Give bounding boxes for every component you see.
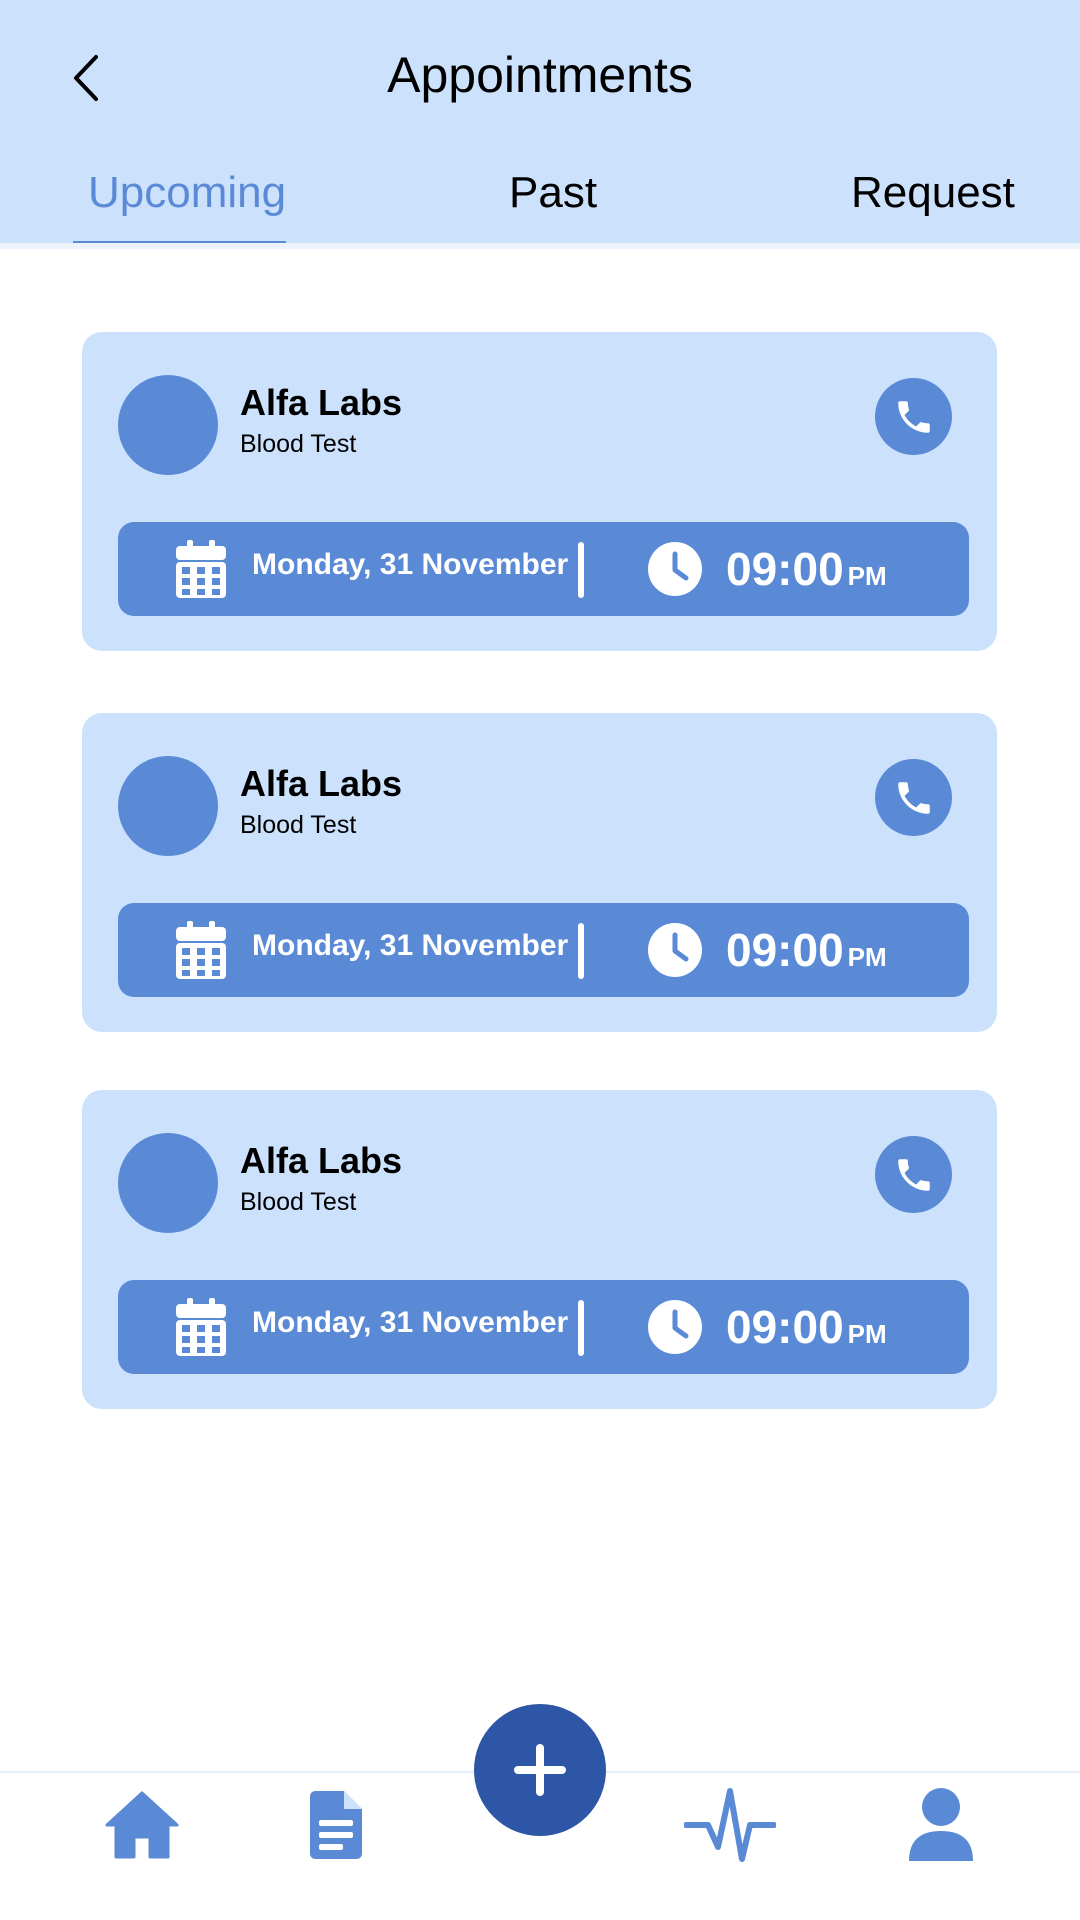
app-header: Appointments Upcoming Past Request: [0, 0, 1080, 243]
appointment-date: Monday, 31 November: [252, 1306, 569, 1339]
page-title: Appointments: [387, 47, 693, 103]
appointment-card[interactable]: Alfa Labs Blood Test Monday, 31 November…: [82, 332, 997, 651]
appointment-time: 09:00 PM: [726, 1300, 887, 1354]
calendar-icon: [176, 921, 226, 979]
lab-avatar: [118, 1133, 218, 1233]
appointment-card[interactable]: Alfa Labs Blood Test Monday, 31 November…: [82, 1090, 997, 1409]
service-type: Blood Test: [240, 430, 357, 458]
info-divider: [578, 923, 584, 979]
appointment-info-bar: Monday, 31 November 09:00 PM: [118, 903, 969, 997]
nav-documents[interactable]: [308, 1787, 364, 1863]
info-divider: [578, 1300, 584, 1356]
clock-icon: [648, 923, 702, 977]
lab-name: Alfa Labs: [240, 1140, 403, 1181]
calendar-icon: [176, 1298, 226, 1356]
tab-request[interactable]: Request: [851, 168, 1015, 218]
call-button[interactable]: [875, 378, 952, 455]
phone-icon: [897, 400, 930, 433]
clock-icon: [648, 1300, 702, 1354]
call-button[interactable]: [875, 1136, 952, 1213]
info-divider: [578, 542, 584, 598]
time-value: 09:00: [726, 543, 844, 595]
appointment-info-bar: Monday, 31 November 09:00 PM: [118, 522, 969, 616]
tab-past[interactable]: Past: [509, 168, 597, 218]
calendar-icon: [176, 540, 226, 598]
lab-name: Alfa Labs: [240, 382, 403, 423]
home-icon: [105, 1791, 179, 1859]
time-value: 09:00: [726, 1301, 844, 1353]
nav-home[interactable]: [104, 1787, 180, 1863]
phone-icon: [897, 1158, 930, 1191]
lab-avatar: [118, 756, 218, 856]
clock-icon: [648, 542, 702, 596]
appointment-info-bar: Monday, 31 November 09:00 PM: [118, 1280, 969, 1374]
activity-icon: [684, 1788, 776, 1862]
add-appointment-button[interactable]: [474, 1704, 606, 1836]
service-type: Blood Test: [240, 1188, 357, 1216]
add-icon: [514, 1744, 566, 1796]
time-ampm: PM: [847, 942, 887, 972]
appointment-date: Monday, 31 November: [252, 929, 569, 962]
time-ampm: PM: [847, 561, 887, 591]
profile-icon: [909, 1788, 973, 1861]
appointment-date: Monday, 31 November: [252, 548, 569, 581]
service-type: Blood Test: [240, 811, 357, 839]
header-divider: [0, 243, 1080, 249]
lab-name: Alfa Labs: [240, 763, 403, 804]
appointment-card[interactable]: Alfa Labs Blood Test Monday, 31 November…: [82, 713, 997, 1032]
time-value: 09:00: [726, 924, 844, 976]
phone-icon: [897, 781, 930, 814]
document-icon: [310, 1791, 362, 1859]
appointment-time: 09:00 PM: [726, 923, 887, 977]
lab-avatar: [118, 375, 218, 475]
nav-profile[interactable]: [908, 1787, 974, 1863]
appointment-time: 09:00 PM: [726, 542, 887, 596]
nav-activity[interactable]: [684, 1787, 776, 1863]
tab-upcoming[interactable]: Upcoming: [88, 168, 286, 218]
call-button[interactable]: [875, 759, 952, 836]
time-ampm: PM: [847, 1319, 887, 1349]
